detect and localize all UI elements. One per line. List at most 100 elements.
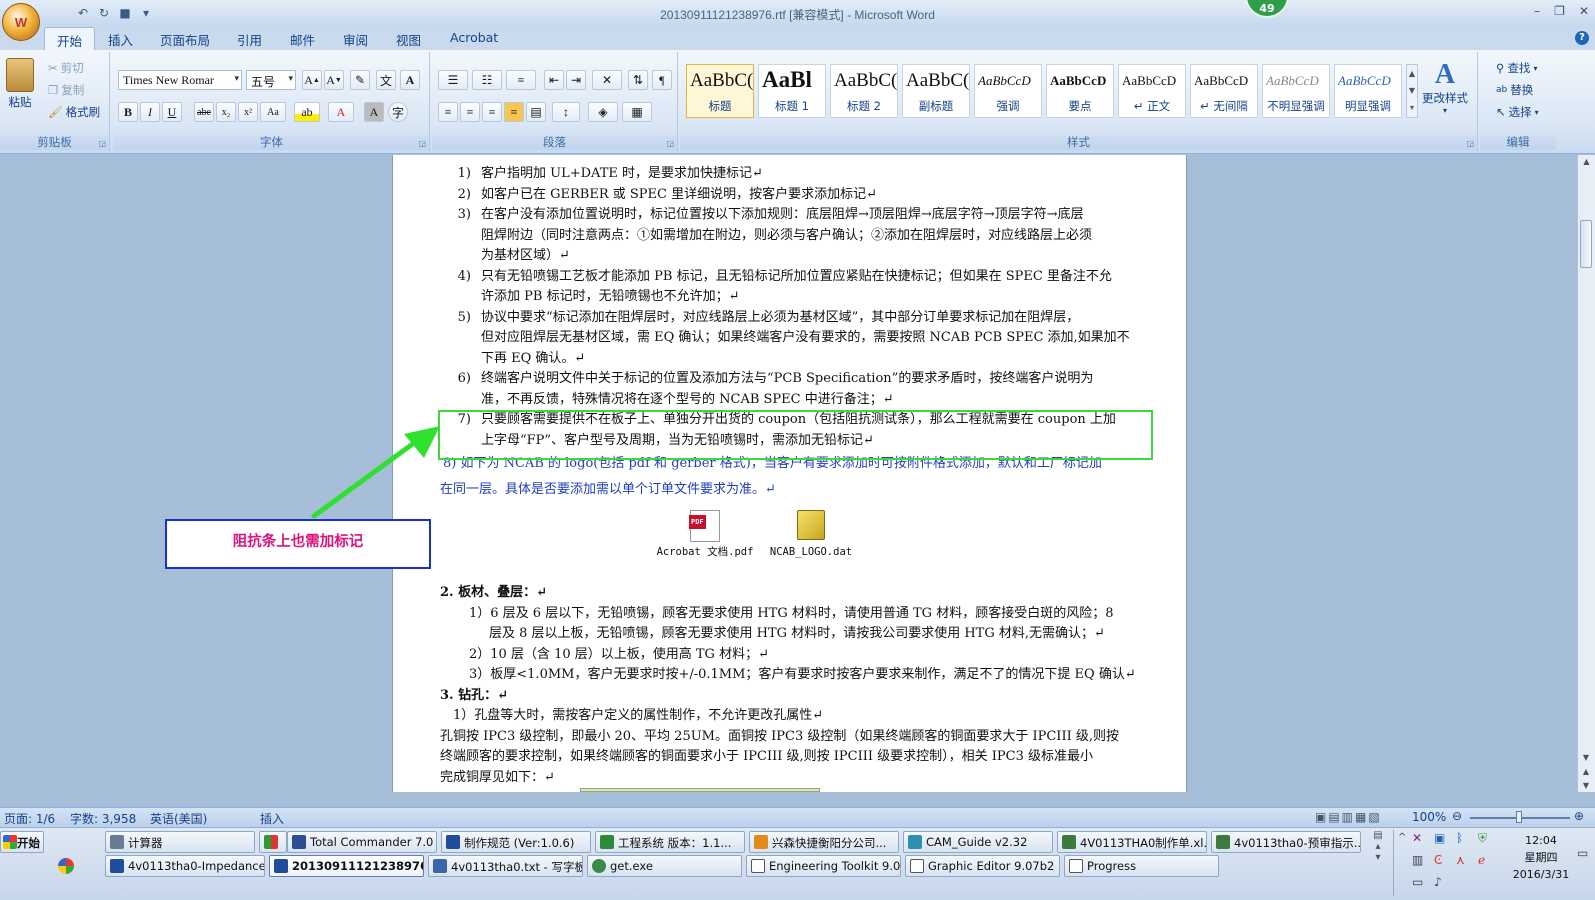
word-count[interactable]: 字数: 3,958	[70, 810, 136, 827]
tray-monitor-icon[interactable]: ▭	[1412, 875, 1423, 889]
change-styles-button[interactable]: A 更改样式 ▾	[1422, 60, 1468, 116]
insert-mode[interactable]: 插入	[260, 810, 284, 827]
task-calculator[interactable]: 计算器	[105, 831, 255, 853]
tray-c-icon[interactable]: Ͼ	[1434, 853, 1442, 867]
page-count[interactable]: 页面: 1/6	[4, 810, 55, 827]
style-subtitle[interactable]: AaBbC(副标题	[902, 64, 970, 118]
justify-icon[interactable]: ≡	[504, 102, 524, 122]
tab-view[interactable]: 视图	[396, 30, 421, 49]
font-launcher-icon[interactable]: ◲	[418, 139, 426, 148]
scroll-down-icon[interactable]: ▼	[1578, 753, 1594, 762]
help-icon[interactable]: ?	[1575, 31, 1589, 45]
show-desktop-icon[interactable]: ▭	[1577, 846, 1588, 860]
task-excel[interactable]: 4V0113THA0制作单.xl...	[1057, 831, 1207, 853]
minimize-icon[interactable]: –	[1534, 4, 1540, 18]
style-intense-emphasis[interactable]: AaBbCcD 明显强调	[1334, 64, 1402, 118]
strikethrough-icon[interactable]: abe	[194, 102, 214, 122]
borders-icon[interactable]: ▦	[622, 102, 652, 122]
tray-x-icon[interactable]: ✕	[1412, 831, 1422, 845]
show-marks-icon[interactable]: ¶	[652, 70, 672, 90]
shrink-font-icon[interactable]: A ▼	[324, 70, 344, 90]
tray-e-icon[interactable]: ℯ	[1478, 853, 1485, 867]
find-button[interactable]: ⚲ 查找 ▾	[1496, 60, 1537, 76]
copy-button[interactable]: ❐ 复制	[48, 82, 84, 98]
next-page-icon[interactable]: ▼	[1578, 781, 1594, 790]
clear-format-icon[interactable]: ✎	[350, 70, 370, 90]
style-title[interactable]: AaBbC(标题	[686, 64, 754, 118]
pdf-attachment[interactable]: PDF Acrobat 文档.pdf	[655, 510, 755, 559]
align-left-icon[interactable]: ≡	[438, 102, 458, 122]
scroll-up-icon[interactable]: ▲	[1578, 155, 1595, 166]
task-total-commander[interactable]: Total Commander 7.0 ...	[287, 831, 437, 853]
view-buttons-icon[interactable]: ▣▤▥▦▧	[1315, 810, 1382, 824]
dat-attachment[interactable]: NCAB_LOGO.dat	[761, 510, 861, 559]
style-no-spacing[interactable]: AaBbCcD ↵ 无间隔	[1190, 64, 1258, 118]
shading-icon[interactable]: ◈	[588, 102, 618, 122]
numbering-icon[interactable]: ☷	[472, 70, 502, 90]
zoom-out-icon[interactable]: ⊖	[1452, 809, 1462, 823]
task-engineering-system[interactable]: 工程系统 版本：1.1...	[595, 831, 745, 853]
clock[interactable]: 12:04 星期四 2016/3/31	[1510, 832, 1572, 883]
document-page[interactable]: 1) 客户指明加 UL+DATE 时，是要求加快捷标记↵ 2) 如客户已在 GERB…	[392, 155, 1187, 792]
task-impedance[interactable]: 4v0113tha0-Impedance ...	[105, 855, 265, 877]
tab-mailings[interactable]: 邮件	[290, 30, 315, 49]
increase-indent-icon[interactable]: ⇥	[566, 70, 586, 90]
zoom-level[interactable]: 100%	[1412, 810, 1446, 824]
quick-launch-icon[interactable]	[58, 858, 74, 874]
style-strong[interactable]: AaBbCcD 要点	[1046, 64, 1114, 118]
select-button[interactable]: ↖ 选择 ▾	[1496, 104, 1539, 120]
enclose-char-icon[interactable]: 字	[388, 102, 408, 122]
task-xingsen[interactable]: 兴森快捷衡阳分公司...	[749, 831, 899, 853]
align-right-icon[interactable]: ≡	[482, 102, 502, 122]
style-heading-1[interactable]: AaBl 标题 1	[758, 64, 826, 118]
cut-button[interactable]: ✂ 剪切	[48, 60, 84, 76]
style-subtle-emphasis[interactable]: AaBbCcD 不明显强调	[1262, 64, 1330, 118]
styles-scroll[interactable]: ▲ ▼ ▾	[1406, 64, 1418, 118]
paste-button[interactable]: 粘贴	[6, 58, 34, 110]
decrease-indent-icon[interactable]: ⇤	[544, 70, 564, 90]
tab-page-layout[interactable]: 页面布局	[160, 30, 210, 49]
multilevel-list-icon[interactable]: ≡	[506, 70, 536, 90]
line-spacing-icon[interactable]: ↕	[552, 102, 580, 122]
task-wordpad[interactable]: 4v0113tha0.txt - 写字板	[428, 855, 583, 877]
style-normal[interactable]: AaBbCcD ↵ 正文	[1118, 64, 1186, 118]
font-name-combo[interactable]: Times New Romar	[118, 70, 242, 90]
font-size-combo[interactable]: 五号	[246, 70, 296, 90]
task-spec[interactable]: 制作规范 (Ver:1.0.6)	[441, 831, 591, 853]
grow-font-icon[interactable]: A ▲	[302, 70, 322, 90]
tab-references[interactable]: 引用	[237, 30, 262, 49]
char-shading-icon[interactable]: A	[364, 102, 384, 122]
shield-icon[interactable]: ⛨	[1478, 831, 1487, 846]
bold-icon[interactable]: B	[118, 102, 138, 122]
phonetic-guide-icon[interactable]: 文	[376, 70, 396, 90]
acrobat-tray-icon[interactable]: ⋏	[1456, 853, 1465, 867]
chinese-layout-icon[interactable]: ✕	[592, 70, 622, 90]
distributed-icon[interactable]: ▤	[526, 102, 546, 122]
task-graphic-editor[interactable]: Graphic Editor 9.07b2 (0...	[905, 855, 1060, 877]
sort-icon[interactable]: ⇅	[628, 70, 648, 90]
replace-button[interactable]: ab 替换	[1496, 82, 1533, 98]
volume-icon[interactable]: ♪	[1434, 875, 1442, 889]
tray-network-icon[interactable]: ▣	[1434, 831, 1445, 845]
task-word-active[interactable]: 20130911121238976....	[269, 855, 424, 877]
clipboard-launcher-icon[interactable]: ◲	[98, 139, 106, 148]
tab-insert[interactable]: 插入	[108, 30, 133, 49]
paragraph-launcher-icon[interactable]: ◲	[666, 139, 674, 148]
bluetooth-icon[interactable]: ᛒ	[1456, 831, 1463, 845]
styles-launcher-icon[interactable]: ◲	[1466, 139, 1474, 148]
zoom-slider-thumb[interactable]	[1516, 811, 1522, 823]
task-cam-guide[interactable]: CAM_Guide v2.32	[903, 831, 1053, 853]
bullets-icon[interactable]: ☰	[438, 70, 468, 90]
style-heading-2[interactable]: AaBbC(标题 2	[830, 64, 898, 118]
style-emphasis[interactable]: AaBbCcD 强调	[974, 64, 1042, 118]
change-case-icon[interactable]: Aa	[260, 102, 286, 122]
italic-icon[interactable]: I	[140, 102, 160, 122]
task-review[interactable]: 4v0113tha0-预审指示...	[1211, 831, 1361, 853]
tab-acrobat[interactable]: Acrobat	[450, 30, 498, 45]
office-button[interactable]: W	[2, 3, 40, 41]
highlight-icon[interactable]: ab	[294, 102, 320, 122]
tab-home[interactable]: 开始	[44, 27, 96, 51]
zoom-in-icon[interactable]: ⊕	[1574, 809, 1584, 823]
language[interactable]: 英语(美国)	[150, 810, 207, 827]
prev-page-icon[interactable]: ▲	[1578, 767, 1594, 776]
